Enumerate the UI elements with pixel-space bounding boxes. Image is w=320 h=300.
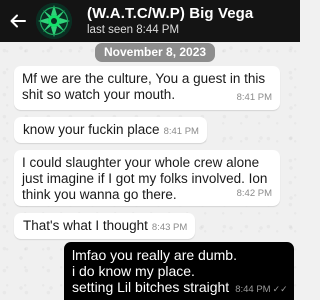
message-time: 8:41 PM <box>236 92 272 103</box>
message-text: know your fuckin place <box>23 122 160 137</box>
last-seen-status: last seen 8:44 PM <box>87 24 180 36</box>
contact-name[interactable]: (W.A.T.C/W.P) Big Vega <box>87 5 253 22</box>
incoming-message[interactable]: know your fuckin place 8:41 PM <box>14 117 207 143</box>
avatar[interactable] <box>36 3 72 39</box>
date-divider: November 8, 2023 <box>95 43 216 62</box>
chat-header: (W.A.T.C/W.P) Big Vega last seen 8:44 PM <box>0 0 300 42</box>
incoming-message[interactable]: Mf we are the culture, You a guest in th… <box>14 66 280 110</box>
outgoing-message[interactable]: lmfao you really are dumb. i do know my … <box>64 242 294 300</box>
arrow-left-icon <box>10 14 26 28</box>
message-text: Mf we are the culture, You a guest in th… <box>22 71 266 102</box>
message-line-last: setting Lil bitches straight 8:44 PM ✓✓ <box>72 279 288 298</box>
incoming-message[interactable]: That's what I thought 8:43 PM <box>14 213 196 239</box>
message-line: i do know my place. <box>72 263 195 279</box>
read-receipt-icon: ✓✓ <box>272 284 288 294</box>
message-time: 8:44 PM <box>235 284 271 295</box>
message-text: I could slaughter your whole crew alone … <box>22 155 268 202</box>
message-time: 8:41 PM <box>163 126 199 137</box>
green-emblem-avatar-icon <box>36 3 72 39</box>
back-button[interactable] <box>6 9 30 33</box>
message-time: 8:43 PM <box>151 222 188 233</box>
message-line: lmfao you really are dumb. <box>72 247 237 263</box>
message-text: That's what I thought <box>23 218 148 233</box>
message-text: setting Lil bitches straight <box>72 279 230 295</box>
message-time: 8:42 PM <box>236 188 272 199</box>
incoming-message[interactable]: I could slaughter your whole crew alone … <box>14 150 280 206</box>
